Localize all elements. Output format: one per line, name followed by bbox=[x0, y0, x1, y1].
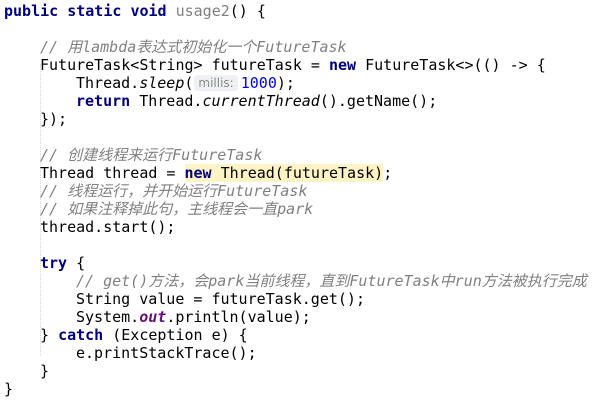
code-editor[interactable]: public static void usage2() { // 用lambda… bbox=[0, 0, 598, 400]
code-line-comment-park[interactable]: // 如果注释掉此句，主线程会一直park bbox=[40, 200, 313, 218]
code-text: (Exception e) { bbox=[103, 326, 248, 344]
code-line-close-method[interactable]: } bbox=[4, 380, 13, 398]
code-line-thread-start[interactable]: thread.start(); bbox=[40, 218, 175, 236]
code-line-get-value[interactable]: String value = futureTask.get(); bbox=[76, 290, 365, 308]
code-text: } bbox=[4, 380, 14, 398]
code-text: { bbox=[67, 254, 86, 272]
code-line-catch[interactable]: } catch (Exception e) { bbox=[40, 326, 248, 344]
code-text: } bbox=[40, 362, 50, 380]
code-text: Thread thread = bbox=[40, 164, 185, 182]
code-text: () { bbox=[229, 2, 266, 20]
code-text: ); bbox=[276, 74, 295, 92]
keyword-try: try bbox=[40, 254, 68, 272]
method-name: usage2 bbox=[175, 2, 230, 20]
code-line-method-signature[interactable]: public static void usage2() { bbox=[4, 2, 266, 20]
static-field-out: out bbox=[139, 308, 167, 326]
code-text: Thread. bbox=[130, 92, 203, 110]
code-text: } bbox=[40, 326, 59, 344]
code-text: thread.start(); bbox=[40, 218, 176, 236]
code-line-sleep[interactable]: Thread.sleep(millis: 1000); bbox=[76, 74, 295, 92]
comment: // get()方法，会park当前线程，直到FutureTask中run方法被… bbox=[76, 272, 587, 290]
keyword-catch: catch bbox=[58, 326, 104, 344]
code-text: System. bbox=[76, 308, 140, 326]
code-text: String value = futureTask.get(); bbox=[76, 290, 365, 308]
code-line-try[interactable]: try { bbox=[40, 254, 85, 272]
code-text: FutureTask<>(() -> { bbox=[356, 56, 546, 74]
code-line-close-catch[interactable]: } bbox=[40, 362, 49, 380]
keyword-static: static bbox=[67, 2, 122, 20]
keyword-return: return bbox=[76, 92, 131, 110]
code-line-comment-create-thread[interactable]: // 创建线程来运行FutureTask bbox=[40, 146, 262, 164]
code-text: Thread. bbox=[76, 74, 140, 92]
number-literal: 1000 bbox=[240, 74, 277, 92]
parameter-hint: millis: bbox=[194, 75, 238, 91]
code-text: }); bbox=[40, 110, 68, 128]
code-line-thread-decl[interactable]: Thread thread = new Thread(futureTask); bbox=[40, 164, 392, 182]
comment: // 创建线程来运行FutureTask bbox=[40, 146, 263, 164]
code-text: FutureTask<String> futureTask = bbox=[40, 56, 329, 74]
keyword-new: new bbox=[184, 164, 212, 182]
code-text: ; bbox=[383, 164, 393, 182]
comment: // 线程运行，并开始运行FutureTask bbox=[40, 182, 308, 200]
code-line-print-stack-trace[interactable]: e.printStackTrace(); bbox=[76, 344, 257, 362]
comment: // 如果注释掉此句，主线程会一直park bbox=[40, 200, 314, 218]
keyword-void: void bbox=[130, 2, 167, 20]
method-sleep: sleep bbox=[139, 74, 185, 92]
code-line-return[interactable]: return Thread.currentThread().getName(); bbox=[76, 92, 437, 110]
code-line-futuretask-decl[interactable]: FutureTask<String> futureTask = new Futu… bbox=[40, 56, 546, 74]
code-line-comment-run-thread[interactable]: // 线程运行，并开始运行FutureTask bbox=[40, 182, 307, 200]
highlighted-code: Thread(futureTask) bbox=[211, 164, 384, 182]
code-text: .println(value); bbox=[166, 308, 311, 326]
code-line-comment-lambda[interactable]: // 用lambda表达式初始化一个FutureTask bbox=[40, 38, 347, 56]
method-current-thread: currentThread bbox=[202, 92, 320, 110]
code-text: e.printStackTrace(); bbox=[76, 344, 257, 362]
code-text: ( bbox=[184, 74, 194, 92]
code-line-println[interactable]: System.out.println(value); bbox=[76, 308, 311, 326]
comment: // 用lambda表达式初始化一个FutureTask bbox=[40, 38, 347, 56]
code-line-close-lambda[interactable]: }); bbox=[40, 110, 67, 128]
keyword-new: new bbox=[328, 56, 357, 74]
keyword-public: public bbox=[4, 2, 59, 20]
code-line-comment-get[interactable]: // get()方法，会park当前线程，直到FutureTask中run方法被… bbox=[76, 272, 587, 290]
code-text: ().getName(); bbox=[319, 92, 438, 110]
